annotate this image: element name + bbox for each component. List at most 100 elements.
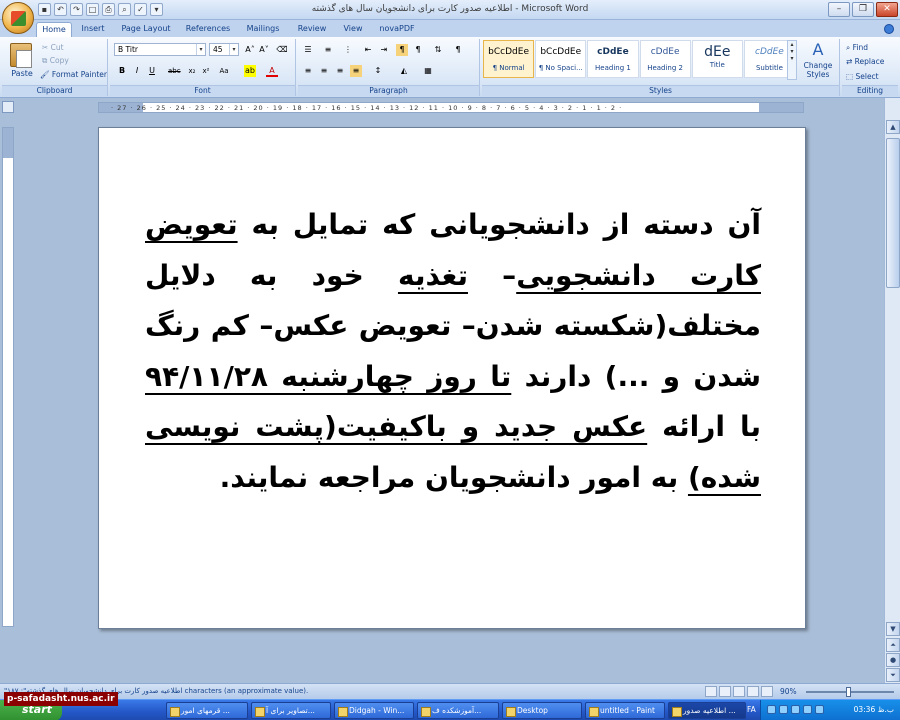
find-button[interactable]: ⌕ Find (846, 43, 868, 53)
paste-button[interactable]: Paste (6, 69, 38, 78)
shading-icon[interactable]: ◭ (398, 65, 410, 77)
style-title[interactable]: dEe Title (691, 40, 743, 78)
draft-view-button[interactable] (761, 686, 773, 697)
subscript-button[interactable]: x₂ (186, 65, 198, 77)
taskbar-item[interactable]: آموزشکده ف... (417, 702, 499, 719)
tray-icon[interactable] (815, 705, 824, 714)
tab-mailings[interactable]: Mailings (240, 22, 286, 37)
select-button[interactable]: ⬚ Select (846, 72, 879, 81)
tab-insert[interactable]: Insert (76, 22, 110, 37)
vertical-scrollbar[interactable]: ▲ ▼ ⏶ ● ⏷ (884, 98, 900, 683)
clear-formatting-button[interactable]: ⌫ (276, 44, 288, 56)
language-indicator[interactable]: FA (747, 705, 756, 714)
superscript-button[interactable]: x² (200, 65, 212, 77)
help-icon[interactable] (884, 24, 894, 34)
tab-view[interactable]: View (338, 22, 368, 37)
bullets-icon[interactable]: ☰ (302, 44, 314, 56)
vertical-ruler[interactable] (2, 127, 14, 627)
taskbar-item[interactable]: untitled - Paint (585, 702, 665, 719)
document-page[interactable]: آن دسته از دانشجویانی که تمایل به تعویض … (98, 127, 806, 629)
outline-view-button[interactable] (747, 686, 759, 697)
font-size-combo[interactable]: 45 ▾ (209, 43, 239, 56)
scroll-up-button[interactable]: ▲ (886, 120, 900, 134)
tab-novapdf[interactable]: novaPDF (374, 22, 420, 37)
highlight-color-icon[interactable]: ab (244, 65, 256, 77)
sort-icon[interactable]: ⇅ (432, 44, 444, 56)
tray-icon[interactable] (779, 705, 788, 714)
scroll-thumb[interactable] (886, 138, 900, 288)
align-right-icon[interactable]: ≡ (334, 65, 346, 77)
taskbar-item[interactable]: قرمهای امور ... (166, 702, 248, 719)
taskbar-item-active[interactable]: اطلاعیه صدور ... (668, 702, 746, 719)
print-layout-view-button[interactable] (705, 686, 717, 697)
change-case-button[interactable]: Aa (218, 65, 230, 77)
select-browse-object-button[interactable]: ● (886, 653, 900, 667)
align-left-icon[interactable]: ≡ (302, 65, 314, 77)
numbering-icon[interactable]: ≡ (322, 44, 334, 56)
tray-icon[interactable] (767, 705, 776, 714)
tab-page-layout[interactable]: Page Layout (116, 22, 176, 37)
taskbar-item[interactable]: Didgah - Win... (334, 702, 414, 719)
rtl-direction-icon[interactable]: ¶ (396, 44, 408, 56)
taskbar-item[interactable]: تصاویر برای آ... (251, 702, 331, 719)
clock[interactable]: 03:36 ب.ظ (854, 705, 894, 714)
office-button[interactable] (2, 2, 34, 34)
document-body[interactable]: آن دسته از دانشجویانی که تمایل به تعویض … (145, 200, 761, 503)
copy-button[interactable]: ⧉ Copy (42, 56, 69, 66)
taskbar-item[interactable]: Desktop (502, 702, 582, 719)
align-center-icon[interactable]: ≡ (318, 65, 330, 77)
format-painter-button[interactable]: 🖌 Format Painter (40, 70, 107, 79)
horizontal-ruler[interactable]: · 27 · 26 · 25 · 24 · 23 · 22 · 21 · 20 … (98, 102, 804, 113)
show-formatting-icon[interactable]: ¶ (452, 44, 464, 56)
chevron-down-icon[interactable]: ▾ (229, 44, 238, 55)
line-spacing-icon[interactable]: ↕ (372, 65, 384, 77)
italic-button[interactable]: I (131, 65, 143, 77)
bold-button[interactable]: B (116, 65, 128, 77)
borders-icon[interactable]: ▦ (422, 65, 434, 77)
style-heading-1[interactable]: cDdEe Heading 1 (587, 40, 639, 78)
font-name-combo[interactable]: B Titr ▾ (114, 43, 206, 56)
styles-label: Styles (482, 85, 839, 96)
window-title: اطلاعیه صدور کارت برای دانشجویان سال های… (311, 4, 589, 14)
styles-gallery-scroll[interactable]: ▴ ▾ ▾ (787, 40, 797, 80)
minimize-button[interactable]: – (828, 2, 850, 17)
underline-button[interactable]: U (146, 65, 158, 77)
maximize-button[interactable]: ❐ (852, 2, 874, 17)
tray-icon[interactable] (791, 705, 800, 714)
font-color-icon[interactable]: A (266, 65, 278, 77)
scroll-down-button[interactable]: ▼ (886, 622, 900, 636)
strikethrough-button[interactable]: abc (168, 65, 181, 77)
tab-review[interactable]: Review (292, 22, 332, 37)
ltr-direction-icon[interactable]: ¶ (412, 44, 424, 56)
close-button[interactable]: ✕ (876, 2, 898, 17)
ruler-area: · 27 · 26 · 25 · 24 · 23 · 22 · 21 · 20 … (0, 98, 900, 117)
increase-indent-icon[interactable]: ⇥ (378, 44, 390, 56)
style-heading-2[interactable]: cDdEe Heading 2 (639, 40, 691, 78)
tab-references[interactable]: References (182, 22, 234, 37)
chevron-down-icon[interactable]: ▾ (196, 44, 205, 55)
replace-button[interactable]: ⇄ Replace (846, 57, 884, 66)
site-watermark: p-safadasht.nus.ac.ir (4, 692, 118, 706)
style-no-spacing[interactable]: bCcDdEe ¶ No Spaci... (535, 40, 587, 78)
change-styles-button[interactable]: A Change Styles (800, 40, 836, 79)
cut-button[interactable]: ✂ Cut (42, 43, 64, 52)
zoom-slider[interactable] (806, 687, 894, 697)
web-layout-view-button[interactable] (733, 686, 745, 697)
tab-selector[interactable] (2, 101, 14, 113)
style-normal[interactable]: bCcDdEe ¶ Normal (483, 40, 535, 78)
tray-icon[interactable] (803, 705, 812, 714)
justify-icon[interactable]: ≡ (350, 65, 362, 77)
previous-page-button[interactable]: ⏶ (886, 638, 900, 652)
style-name: Heading 2 (647, 64, 683, 72)
shrink-font-button[interactable]: A˅ (258, 44, 270, 56)
full-screen-view-button[interactable] (719, 686, 731, 697)
grow-font-button[interactable]: A˄ (244, 44, 256, 56)
next-page-button[interactable]: ⏷ (886, 668, 900, 682)
office-logo-icon (11, 11, 26, 26)
paste-icon[interactable] (10, 43, 32, 68)
decrease-indent-icon[interactable]: ⇤ (362, 44, 374, 56)
multilevel-list-icon[interactable]: ⋮ (342, 44, 354, 56)
zoom-slider-knob[interactable] (846, 687, 851, 697)
tab-home[interactable]: Home (36, 22, 72, 37)
zoom-level[interactable]: 90% (780, 687, 797, 696)
